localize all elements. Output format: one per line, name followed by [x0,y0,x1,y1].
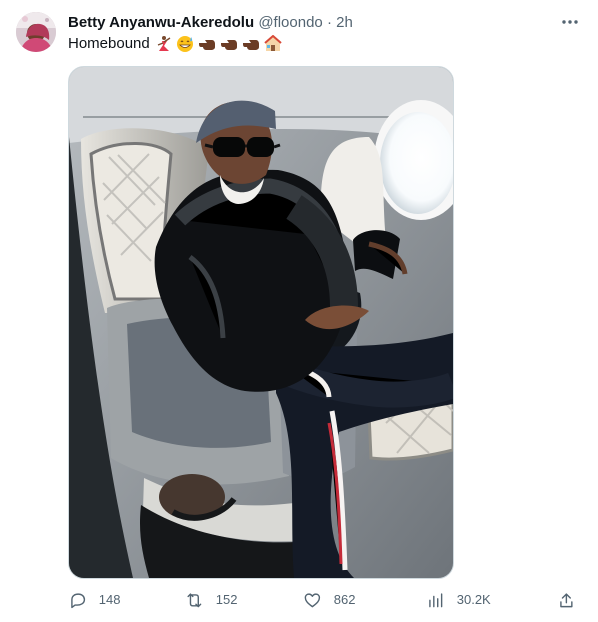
like-button[interactable]: 862 [303,590,355,610]
tweet-card[interactable]: Betty Anyanwu-Akeredolu @floondo · 2h Ho… [0,0,598,622]
repost-button[interactable]: 152 [185,590,237,610]
reply-icon [71,593,86,608]
author-avatar[interactable] [16,12,56,52]
repost-icon [187,593,202,607]
pointing-left-emoji-icon [220,40,237,50]
like-count: 862 [333,592,356,607]
view-count: 30.2K [456,592,491,607]
heart-icon [304,593,321,607]
reply-button[interactable]: 148 [68,590,120,610]
airplane-passenger-photo [69,67,453,578]
tweet-photo[interactable] [68,66,454,579]
header-separator: · [326,14,332,31]
dancer-emoji-icon [157,36,171,51]
tweet-time[interactable]: 2h [336,14,353,31]
reply-count: 148 [98,592,121,607]
tweet-text-row: Homebound [68,34,282,54]
author-name[interactable]: Betty Anyanwu-Akeredolu [68,14,254,31]
tweet-actions: 148 152 862 30.2K [68,590,584,610]
author-handle[interactable]: @floondo [258,14,322,31]
more-dots-icon [562,20,578,24]
analytics-bars-icon [429,593,443,607]
repost-count: 152 [215,592,238,607]
grinning-sweat-emoji-icon [176,36,193,52]
house-emoji-icon [264,35,282,51]
views-button[interactable]: 30.2K [426,590,491,610]
tweet-header: Betty Anyanwu-Akeredolu @floondo · 2h [68,13,578,33]
share-upload-icon [560,593,573,607]
avatar-image [16,12,56,52]
tweet-text: Homebound [68,35,150,52]
share-button[interactable] [557,590,576,610]
pointing-left-emoji-icon [242,40,259,50]
pointing-left-emoji-icon [198,40,215,50]
more-options-button[interactable] [558,10,582,34]
